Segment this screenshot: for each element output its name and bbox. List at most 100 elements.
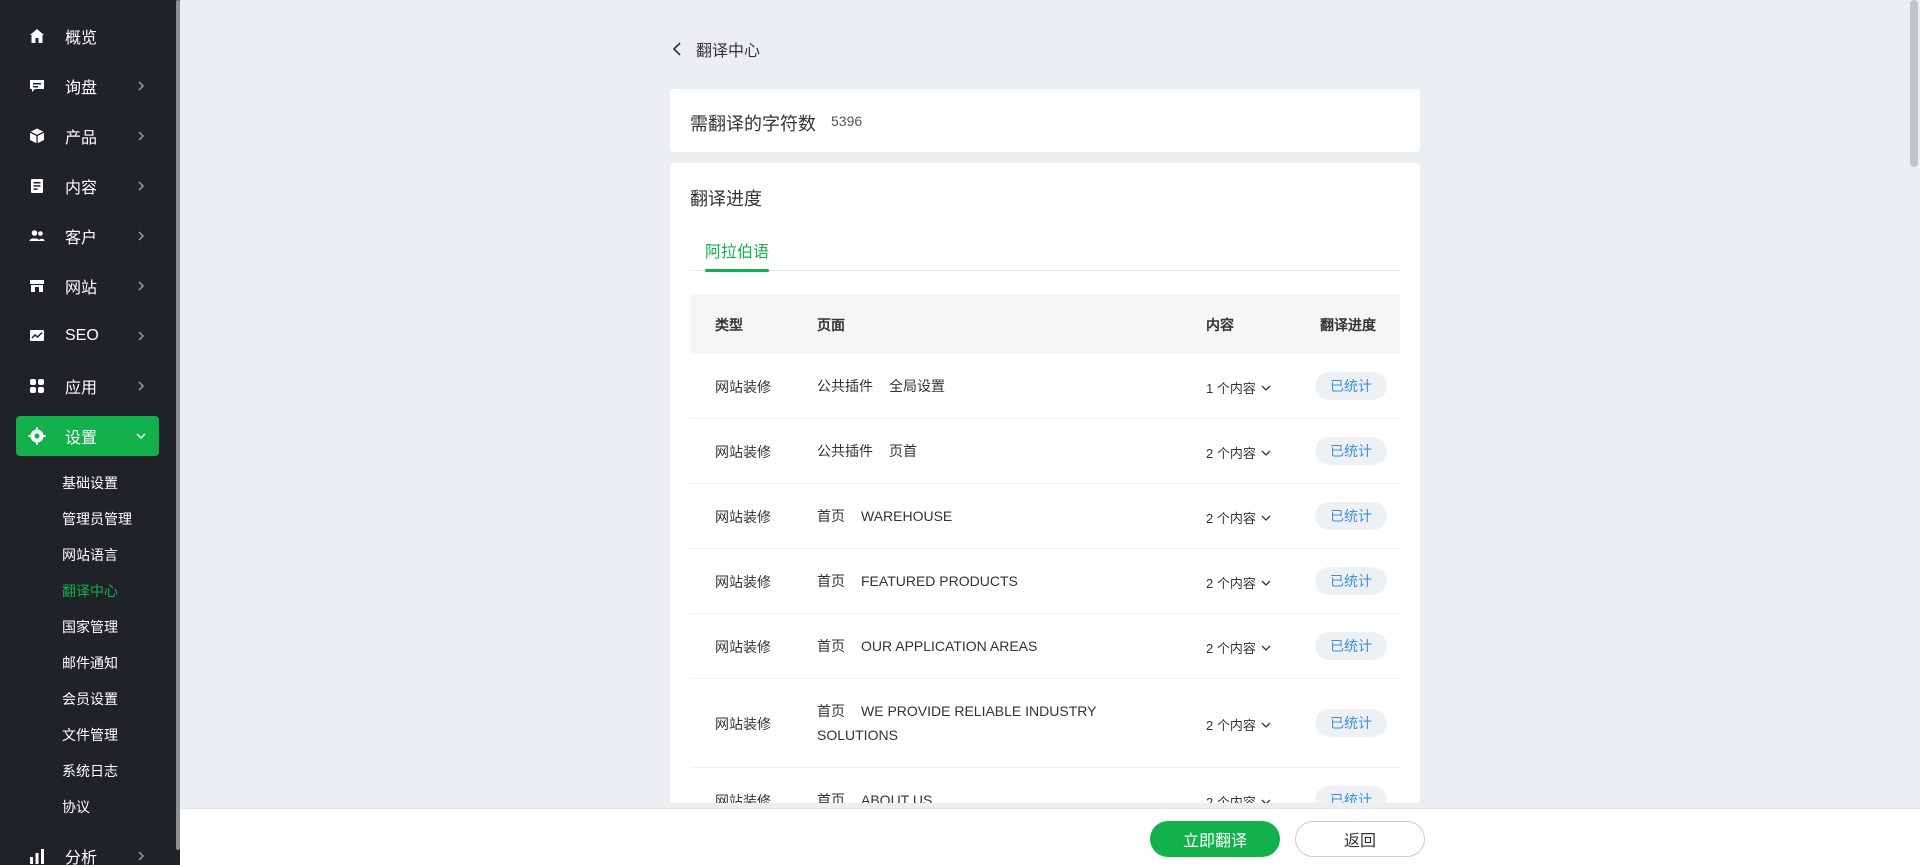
submenu-translation-center[interactable]: 翻译中心 [62,582,118,600]
row-page-name: WAREHOUSE [861,508,953,524]
row-page: 首页 FEATURED PRODUCTS [817,569,1117,593]
sidebar-item-label: 概览 [65,30,98,47]
submenu-agreement[interactable]: 协议 [62,798,90,816]
row-page: 首页 WE PROVIDE RELIABLE INDUSTRY SOLUTIONS [817,699,1117,747]
row-content-count: 2 个内容 [1206,641,1256,656]
store-icon [27,276,47,296]
sidebar-item-apps[interactable]: 应用 [16,366,159,406]
row-content-dropdown[interactable]: 2 个内容 [1206,508,1272,527]
sidebar-item-label: 产品 [65,130,98,147]
sidebar-item-label: 应用 [65,380,98,397]
table-row: 网站装修 首页 ABOUT US 2 个内容 已统计 [690,768,1400,803]
sidebar-item-seo[interactable]: SEO [16,316,159,356]
submenu-country-management[interactable]: 国家管理 [62,618,118,636]
back-link-label: 翻译中心 [696,43,761,60]
chevron-right-icon [133,78,149,94]
sidebar-item-overview[interactable]: 概览 [16,16,159,56]
row-page-group: 首页 [817,703,845,719]
row-content-dropdown[interactable]: 1 个内容 [1206,378,1272,397]
translate-now-button[interactable]: 立即翻译 [1150,821,1280,857]
table-row: 网站装修 首页 WE PROVIDE RELIABLE INDUSTRY SOLU… [690,679,1400,768]
tab-arabic[interactable]: 阿拉伯语 [705,226,770,272]
sidebar-item-inquiry[interactable]: 询盘 [16,66,159,106]
row-page-group: 首页 [817,508,845,524]
sidebar-item-analytics[interactable]: 分析 [16,836,159,865]
back-button[interactable]: 返回 [1295,821,1425,857]
row-page: 公共插件 页首 [817,439,1117,463]
row-page-name: ABOUT US [861,792,933,803]
status-badge: 已统计 [1315,709,1387,737]
footer-action-bar: 立即翻译 返回 [180,808,1920,865]
column-header-progress: 翻译进度 [1320,317,1376,333]
chevron-down-icon [1261,385,1271,391]
language-tabs: 阿拉伯语 [690,226,1400,272]
main-scrollbar[interactable] [1910,0,1918,167]
submenu-file-management[interactable]: 文件管理 [62,726,118,744]
home-icon [27,26,47,46]
submenu-system-log[interactable]: 系统日志 [62,762,118,780]
column-header-content: 内容 [1206,317,1234,333]
sidebar-item-products[interactable]: 产品 [16,116,159,156]
sidebar-item-content[interactable]: 内容 [16,166,159,206]
row-type: 网站装修 [715,574,771,590]
table-row: 网站装修 首页 OUR APPLICATION AREAS 2 个内容 已统计 [690,614,1400,679]
row-content-count: 2 个内容 [1206,718,1256,733]
row-page-group: 首页 [817,573,845,589]
sidebar-item-customers[interactable]: 客户 [16,216,159,256]
status-badge: 已统计 [1315,786,1387,803]
chevron-left-icon [670,41,686,57]
chevron-right-icon [133,378,149,394]
chevron-down-icon [1261,580,1271,586]
apps-icon [27,376,47,396]
char-count-card: 需翻译的字符数 5396 [670,89,1420,152]
chevron-right-icon [133,128,149,144]
gear-icon [27,426,47,446]
row-content-dropdown[interactable]: 2 个内容 [1206,638,1272,657]
chevron-right-icon [133,328,149,344]
submenu-site-language[interactable]: 网站语言 [62,546,118,564]
table-row: 网站装修 公共插件 页首 2 个内容 已统计 [690,419,1400,484]
char-count-label: 需翻译的字符数 [690,114,816,134]
row-content-dropdown[interactable]: 2 个内容 [1206,573,1272,592]
table-row: 网站装修 公共插件 全局设置 1 个内容 已统计 [690,354,1400,419]
row-type: 网站装修 [715,379,771,395]
row-content-count: 2 个内容 [1206,795,1256,803]
back-link[interactable]: 翻译中心 [670,37,760,61]
table-row: 网站装修 首页 FEATURED PRODUCTS 2 个内容 已统计 [690,549,1400,614]
table-header: 类型 页面 内容 翻译进度 [690,294,1400,354]
submenu-admin-management[interactable]: 管理员管理 [62,510,132,528]
sidebar-item-label: 设置 [65,430,98,447]
chart-monitor-icon [27,326,47,346]
sidebar-item-settings[interactable]: 设置 [16,416,159,456]
translation-progress-card: 翻译进度 阿拉伯语 类型 页面 内容 翻译进度 网站装修 公共插件 全局设置 1 … [670,163,1420,803]
row-content-count: 1 个内容 [1206,381,1256,396]
chevron-right-icon [133,278,149,294]
sidebar-item-label: 询盘 [65,80,98,97]
row-page: 公共插件 全局设置 [817,374,1117,398]
submenu-email-notification[interactable]: 邮件通知 [62,654,118,672]
progress-table: 类型 页面 内容 翻译进度 网站装修 公共插件 全局设置 1 个内容 已统计 网站… [690,294,1400,803]
row-content-dropdown[interactable]: 2 个内容 [1206,443,1272,462]
submenu-member-settings[interactable]: 会员设置 [62,690,118,708]
row-content-dropdown[interactable]: 2 个内容 [1206,715,1272,734]
sidebar-item-website[interactable]: 网站 [16,266,159,306]
chevron-down-icon [1261,515,1271,521]
submenu-basic-settings[interactable]: 基础设置 [62,474,118,492]
message-icon [27,76,47,96]
row-type: 网站装修 [715,716,771,732]
sidebar-item-label: 分析 [65,850,98,865]
row-page: 首页 OUR APPLICATION AREAS [817,634,1117,658]
tab-label: 阿拉伯语 [705,244,770,261]
box-icon [27,126,47,146]
row-page-group: 首页 [817,792,845,803]
chevron-down-icon [1261,722,1271,728]
sidebar-item-label: 网站 [65,280,98,297]
table-row: 网站装修 首页 WAREHOUSE 2 个内容 已统计 [690,484,1400,549]
row-content-dropdown[interactable]: 2 个内容 [1206,792,1272,803]
row-type: 网站装修 [715,639,771,655]
bar-chart-icon [27,846,47,865]
sidebar-scrollbar[interactable] [176,0,180,850]
row-page-name: OUR APPLICATION AREAS [861,638,1038,654]
chevron-right-icon [133,848,149,864]
chevron-down-icon [133,428,149,444]
